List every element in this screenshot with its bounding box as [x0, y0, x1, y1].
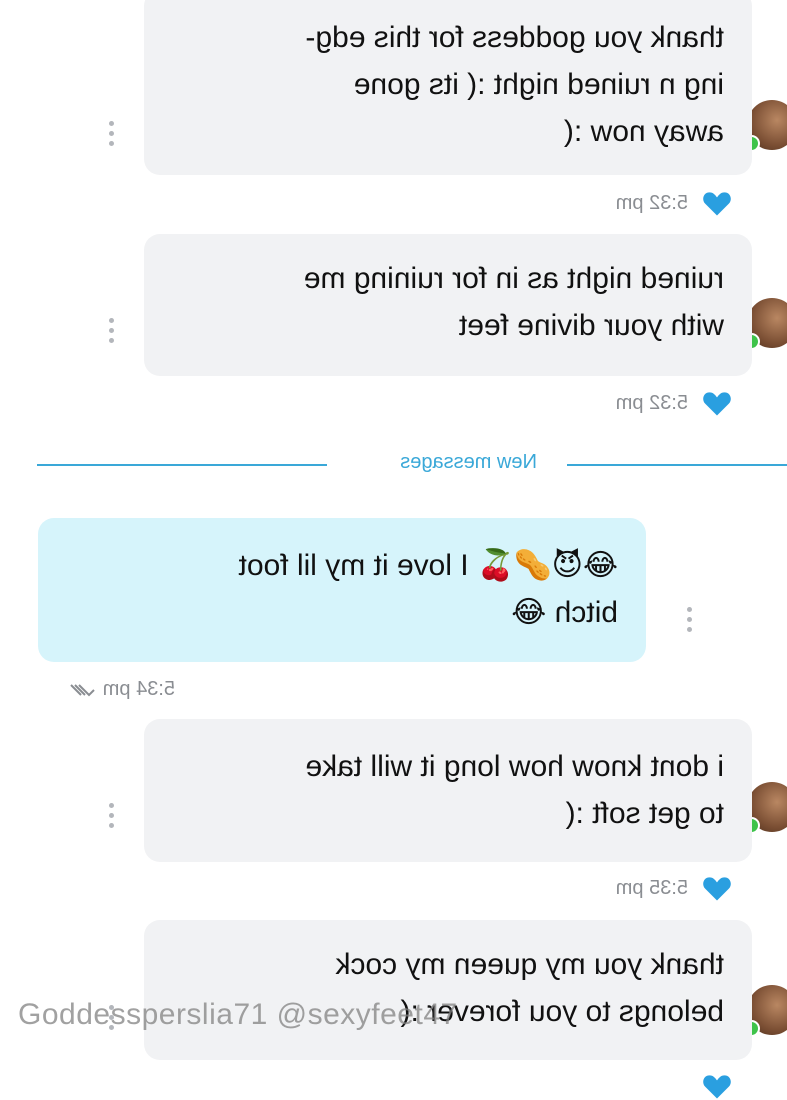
heart-icon[interactable]	[702, 389, 732, 417]
message-time: 5:34 pm	[102, 678, 175, 700]
message-text-line: thank you goddess for this edg-	[305, 21, 724, 54]
message-menu-icon[interactable]	[109, 121, 115, 146]
message-time: 5:35 pm	[615, 876, 688, 899]
message-time: 5:32 pm	[615, 191, 688, 214]
message-meta: 5:32 pm	[616, 389, 732, 417]
message-time: 5:32 pm	[615, 391, 688, 414]
new-messages-divider-line	[567, 464, 787, 466]
message-text-line: i dont know how long it will take	[305, 750, 724, 783]
message-meta: 5:34 pm	[61, 678, 175, 701]
message-text-line: with your divine feet	[458, 309, 724, 342]
message-bubble[interactable]: 😂😈🥜🍒 I love it my lil foot bitch 😂	[38, 518, 646, 662]
message-bubble[interactable]: i dont know how long it will take to get…	[144, 719, 752, 862]
message-meta: 5:32 pm	[616, 189, 732, 217]
heart-icon[interactable]	[702, 189, 732, 217]
new-messages-divider-line	[37, 464, 327, 466]
chat-thread: thank you goddess for this edg- ing n ru…	[0, 0, 787, 1099]
message-text-line: to get soft :(	[565, 797, 724, 830]
message-bubble[interactable]: ruined night as in for ruining me with y…	[144, 234, 752, 376]
avatar[interactable]	[743, 100, 787, 152]
read-checkmarks-icon	[70, 683, 95, 696]
message-bubble[interactable]: thank you goddess for this edg- ing n ru…	[144, 0, 752, 175]
message-text-line: 😂😈🥜🍒 I love it my lil foot	[238, 549, 618, 582]
message-text-line: away now :(	[563, 115, 724, 148]
heart-icon[interactable]	[702, 1072, 732, 1100]
new-messages-label: New messages	[400, 451, 537, 473]
message-text-line: bitch 😂	[511, 596, 618, 629]
heart-icon[interactable]	[702, 874, 732, 902]
message-text-line: ing n ruined night :( its gone	[353, 68, 724, 101]
message-text-line: thank you my queen my cock	[335, 948, 724, 981]
avatar[interactable]	[743, 985, 787, 1037]
avatar[interactable]	[743, 782, 787, 834]
message-menu-icon[interactable]	[109, 318, 115, 343]
message-meta: 5:35 pm	[616, 874, 732, 902]
message-text-line: ruined night as in for ruining me	[303, 262, 724, 295]
message-menu-icon[interactable]	[109, 803, 115, 828]
avatar[interactable]	[743, 298, 787, 350]
watermark: Goddessperslia71 @sexyfeet47	[18, 998, 458, 1031]
message-bubble[interactable]: thank you my queen my cock belongs to yo…	[144, 920, 752, 1060]
message-menu-icon[interactable]	[687, 607, 693, 632]
